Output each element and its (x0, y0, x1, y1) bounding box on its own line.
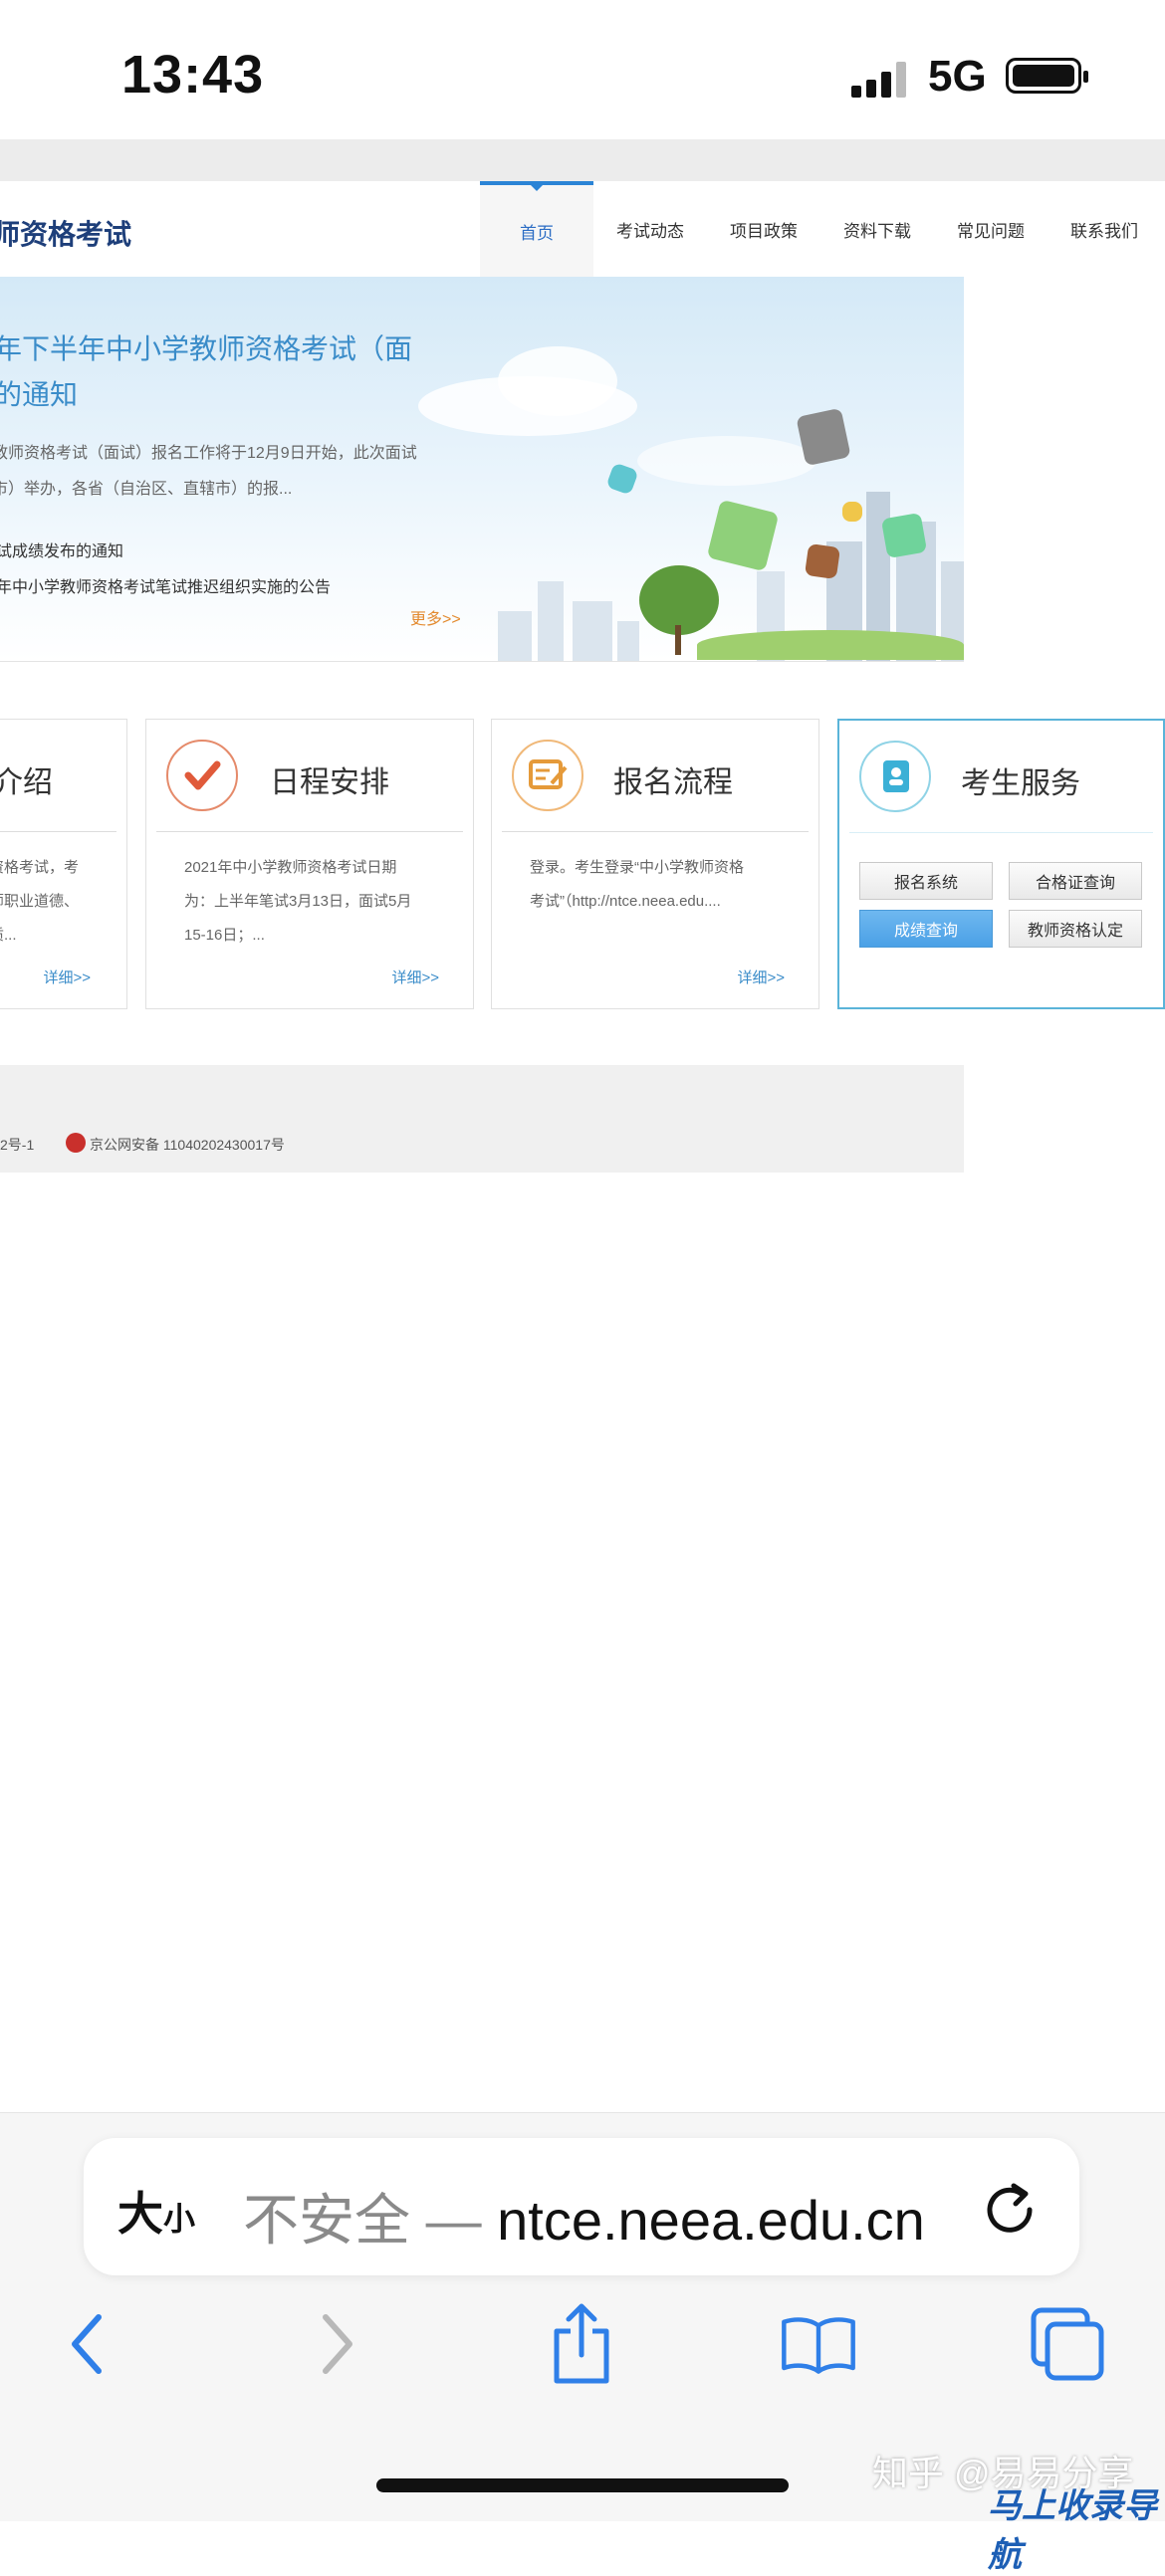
status-bar: 13:43 5G (0, 0, 1165, 139)
nav-downloads[interactable]: 资料下载 (820, 181, 934, 277)
card-intro: 介绍 资格考试，考 师职业道德、 质... 详细>> (0, 719, 127, 1009)
checkmark-icon (166, 740, 238, 811)
site-title[interactable]: 师资格考试 (0, 213, 131, 253)
not-secure-label: 不安全 (243, 2189, 410, 2252)
network-type: 5G (928, 52, 987, 101)
footer-police-record[interactable]: 京公网安备 11040202430017号 (90, 1135, 285, 1155)
battery-icon (1006, 58, 1088, 94)
news-link-score-release[interactable]: 试成绩发布的通知 (0, 537, 123, 561)
registration-system-button[interactable]: 报名系统 (859, 862, 993, 900)
form-edit-icon (512, 740, 583, 811)
card-schedule-body: 2021年中小学教师资格考试日期 为：上半年笔试3月13日，面试5月 15-16… (184, 859, 412, 944)
reload-icon[interactable] (978, 2174, 1042, 2238)
bookmarks-icon[interactable] (779, 2299, 858, 2389)
banner-headline[interactable]: 年下半年中小学教师资格考试（面 的通知 (0, 326, 422, 418)
status-time: 13:43 (121, 45, 265, 105)
tabs-icon[interactable] (1028, 2299, 1107, 2389)
card-process-more[interactable]: 详细>> (737, 966, 785, 987)
certificate-query-button[interactable]: 合格证查询 (1009, 862, 1142, 900)
card-process-body: 登录。考生登录“中小学教师资格 考试”（http://ntce.neea.edu… (530, 859, 744, 910)
nav-contact[interactable]: 联系我们 (1048, 181, 1161, 277)
card-schedule: 日程安排 2021年中小学教师资格考试日期 为：上半年笔试3月13日，面试5月 … (145, 719, 474, 1009)
feature-cards: 介绍 资格考试，考 师职业道德、 质... 详细>> 日程安排 2021年中小学… (0, 719, 1165, 1017)
news-banner: 年下半年中小学教师资格考试（面 的通知 教师资格考试（面试）报名工作将于12月9… (0, 277, 964, 662)
url-display[interactable]: 不安全 — ntce.neea.edu.cn (243, 2176, 925, 2256)
cellular-signal-icon (851, 62, 909, 98)
banner-more-link[interactable]: 更多>> (410, 605, 461, 629)
footer-icp[interactable]: 2号-1 (0, 1135, 34, 1155)
card-process-title: 报名流程 (613, 766, 733, 799)
site-footer: 2号-1 京公网安备 11040202430017号 (0, 1065, 964, 1173)
card-service: 考生服务 报名系统 合格证查询 成绩查询 教师资格认定 (837, 719, 1165, 1009)
address-bar[interactable]: 大小 不安全 — ntce.neea.edu.cn (84, 2138, 1079, 2275)
back-icon[interactable] (48, 2299, 127, 2389)
nav-faq[interactable]: 常见问题 (934, 181, 1048, 277)
web-page-content: 师资格考试 首页 考试动态 项目政策 资料下载 常见问题 联系我们 年下半年中小… (0, 139, 1165, 1175)
url-domain: ntce.neea.edu.cn (497, 2189, 925, 2252)
site-watermark: 马上收录导航 (988, 2487, 1157, 2574)
teacher-cert-button[interactable]: 教师资格认定 (1009, 910, 1142, 948)
card-schedule-more[interactable]: 详细>> (391, 966, 439, 987)
contact-book-icon (859, 741, 931, 812)
piano-cube-graphic (796, 407, 851, 467)
news-link-exam-postponed[interactable]: 年中小学教师资格考试笔试推迟组织实施的公告 (0, 573, 331, 597)
nav-exam-news[interactable]: 考试动态 (593, 181, 707, 277)
score-query-button[interactable]: 成绩查询 (859, 910, 993, 948)
nav-policy[interactable]: 项目政策 (707, 181, 820, 277)
card-intro-title: 介绍 (0, 766, 53, 799)
card-process: 报名流程 登录。考生登录“中小学教师资格 考试”（http://ntce.nee… (491, 719, 819, 1009)
card-schedule-title: 日程安排 (270, 766, 389, 799)
nav-home[interactable]: 首页 (480, 181, 593, 277)
top-strip (0, 139, 1165, 182)
card-intro-body: 资格考试，考 师职业道德、 质... (0, 859, 80, 944)
main-nav: 首页 考试动态 项目政策 资料下载 常见问题 联系我们 (480, 181, 1161, 277)
police-badge-icon (66, 1133, 86, 1153)
green-cube-graphic (706, 499, 780, 572)
home-indicator[interactable] (376, 2478, 789, 2492)
card-service-title: 考生服务 (961, 767, 1080, 800)
banner-description: 教师资格考试（面试）报名工作将于12月9日开始，此次面试 市）举办，各省（自治区… (0, 445, 417, 498)
card-intro-more[interactable]: 详细>> (43, 966, 91, 987)
forward-icon[interactable] (297, 2299, 376, 2389)
share-icon[interactable] (542, 2299, 621, 2389)
text-size-button[interactable]: 大小 (117, 2178, 195, 2244)
